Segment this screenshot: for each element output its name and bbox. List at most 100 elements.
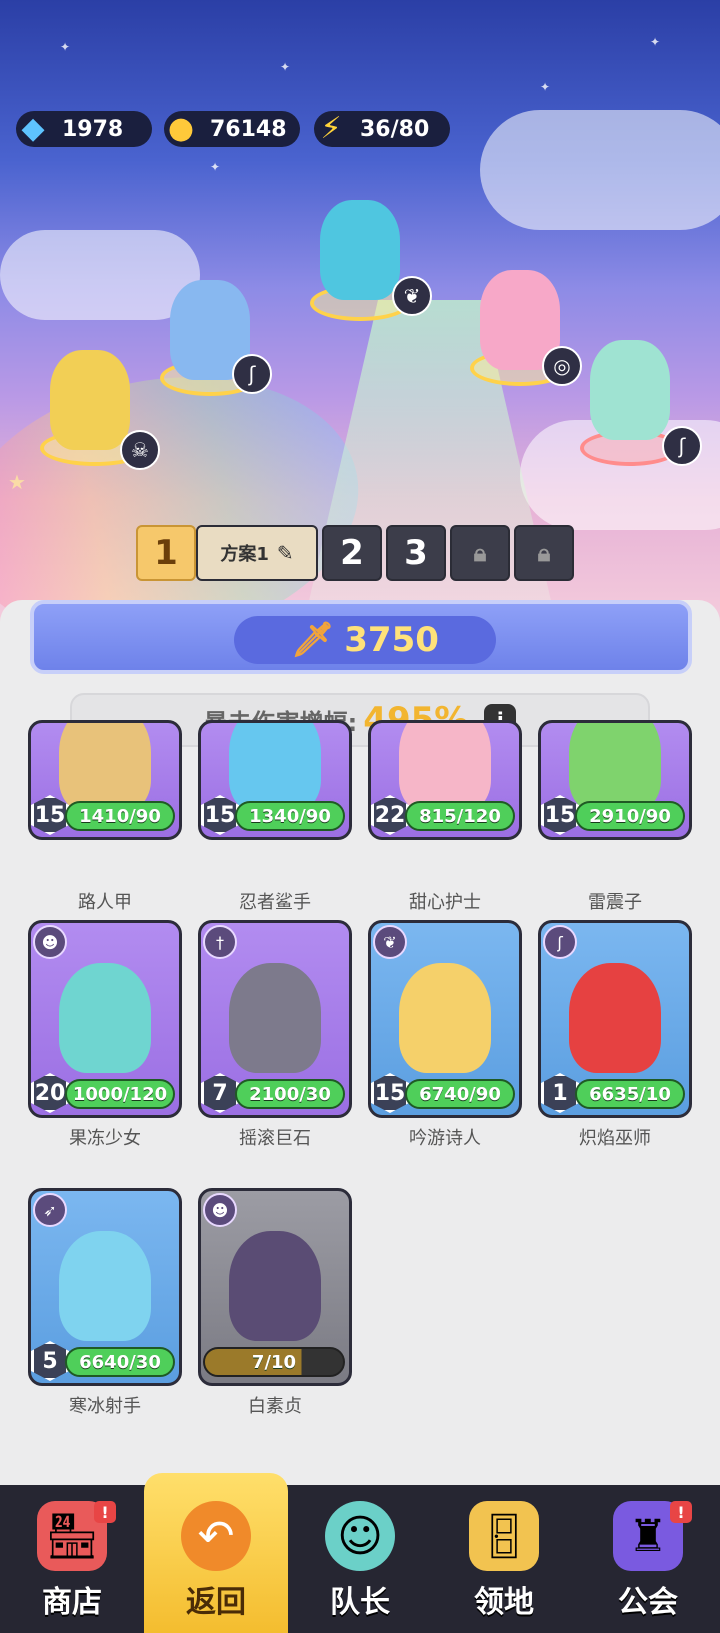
class-icon: ❦ [373,925,407,959]
hero-card[interactable]: ❦ 15 6740/90 [368,920,522,1118]
hero-xp: 2100/30 [235,1079,345,1109]
gold-counter[interactable]: ● 76148 [164,111,300,147]
hero-xp: 1410/90 [65,801,175,831]
hero-xp: 2910/90 [575,801,685,831]
back-icon: ↶ [181,1501,251,1571]
hero-xp: 6640/30 [65,1347,175,1377]
hero-level: 20 [31,1073,69,1113]
hero-card[interactable]: 15 1340/90 [198,720,352,840]
gem-value: 1978 [62,116,124,142]
energy-counter[interactable]: ⚡ 36/80 [314,111,450,147]
hero-slot-vr[interactable]: ◎ [450,250,590,390]
tab-formation-2[interactable]: 2 [322,525,382,581]
hero-xp: 1000/120 [65,1079,175,1109]
hero-portrait [59,963,151,1073]
hero-card[interactable]: ➶ 5 6640/30 [28,1188,182,1386]
hero-xp: 6635/10 [575,1079,685,1109]
nav-territory[interactable]: 🚪︎ 领地 [432,1485,576,1633]
bottom-nav: 🏪︎ 商店 ! ↶ 返回 ☺ 队长 🚪︎ 领地 ♜ 公会 ! [0,1473,720,1633]
hero-level: 7 [201,1073,239,1113]
nav-captain[interactable]: ☺ 队长 [288,1485,432,1633]
nav-guild-label: 公会 [618,1585,678,1620]
star-icon: ★ [8,470,26,494]
hero-level: 15 [31,795,69,835]
hero-name: 白素贞 [248,1396,302,1417]
gem-counter[interactable]: ◆ 1978 [16,111,152,147]
skull-icon: ☠ [120,430,160,470]
lock-icon: 🔒︎ [473,539,487,567]
hero-portrait [229,1231,321,1341]
gem-icon: ◆ [21,110,45,146]
formation-tabs: 1 方案1 ✎ 2 3 🔒︎ 🔒︎ [136,525,574,581]
hero-card[interactable]: ʃ 1 6635/10 [538,920,692,1118]
hero-portrait [569,723,661,813]
hero-name: 炽焰巫师 [579,1128,651,1149]
hero-name: 摇滚巨石 [239,1128,311,1149]
nav-captain-label: 队长 [330,1585,390,1620]
lock-icon: 🔒︎ [537,539,551,567]
nav-back[interactable]: ↶ 返回 [144,1473,288,1633]
hero-level: 22 [371,795,409,835]
hero-level: 15 [201,795,239,835]
hero-portrait [399,723,491,813]
sword-icon: 🗡︎ [291,620,335,660]
edit-icon: ✎ [276,541,294,565]
nav-guild[interactable]: ♜ 公会 ! [576,1485,720,1633]
hero-name: 甜心护士 [409,892,481,913]
class-icon: ➶ [33,1193,67,1227]
star-icon: ✦ [540,80,551,94]
hero-name: 果冻少女 [69,1128,141,1149]
formation-name: 方案1 [220,544,269,565]
hero-portrait [229,723,321,813]
hero-slot-genie[interactable]: ❦ [290,180,432,330]
hero-name: 寒冰射手 [69,1396,141,1417]
formation-name-edit[interactable]: 方案1 ✎ [196,525,318,581]
hero-name: 吟游诗人 [409,1128,481,1149]
staff-icon: ʃ [232,354,272,394]
hero-portrait [59,1231,151,1341]
tab-formation-3[interactable]: 3 [386,525,446,581]
tab-number: 1 [154,533,178,573]
cloud-decoration [480,110,720,230]
hero-name: 忍者鲨手 [239,892,311,913]
wings-icon: ❦ [392,276,432,316]
hero-avatar [590,340,670,440]
tab-number: 2 [340,533,364,573]
hero-card[interactable]: 15 1410/90 [28,720,182,840]
hero-level: 15 [541,795,579,835]
hero-slot-ghost[interactable]: ʃ [570,330,710,470]
lightning-icon: ⚡ [320,110,342,146]
hero-xp: 815/120 [405,801,515,831]
alert-badge: ! [94,1501,116,1523]
hero-level: 5 [31,1341,69,1381]
hero-card[interactable]: ☻ 20 1000/120 [28,920,182,1118]
class-icon: † [203,925,237,959]
hero-card[interactable]: † 7 2100/30 [198,920,352,1118]
alert-badge: ! [670,1501,692,1523]
hero-xp: 1340/90 [235,801,345,831]
tab-formation-locked-5[interactable]: 🔒︎ [514,525,574,581]
hero-slot-blonde[interactable]: ☠ [20,330,170,470]
nav-shop[interactable]: 🏪︎ 商店 ! [0,1485,144,1633]
gold-coin-icon: ● [167,110,195,146]
hero-level: 15 [371,1073,409,1113]
door-icon: 🚪︎ [469,1501,539,1571]
star-icon: ✦ [280,60,291,74]
hero-portrait [59,723,151,813]
tab-formation-locked-4[interactable]: 🔒︎ [450,525,510,581]
hero-portrait [399,963,491,1073]
hero-portrait [569,963,661,1073]
hero-xp: 6740/90 [405,1079,515,1109]
energy-value: 36/80 [360,116,430,142]
tab-formation-1[interactable]: 1 [136,525,196,581]
hero-name: 路人甲 [78,892,132,913]
gold-value: 76148 [210,116,287,142]
hero-card[interactable]: ☻ 7/10 [198,1188,352,1386]
hero-card[interactable]: 22 815/120 [368,720,522,840]
hero-portrait [229,963,321,1073]
hero-name: 雷震子 [588,892,642,913]
nav-territory-label: 领地 [474,1585,534,1620]
tab-number: 3 [404,533,428,573]
hero-card[interactable]: 15 2910/90 [538,720,692,840]
star-icon: ✦ [650,35,661,49]
